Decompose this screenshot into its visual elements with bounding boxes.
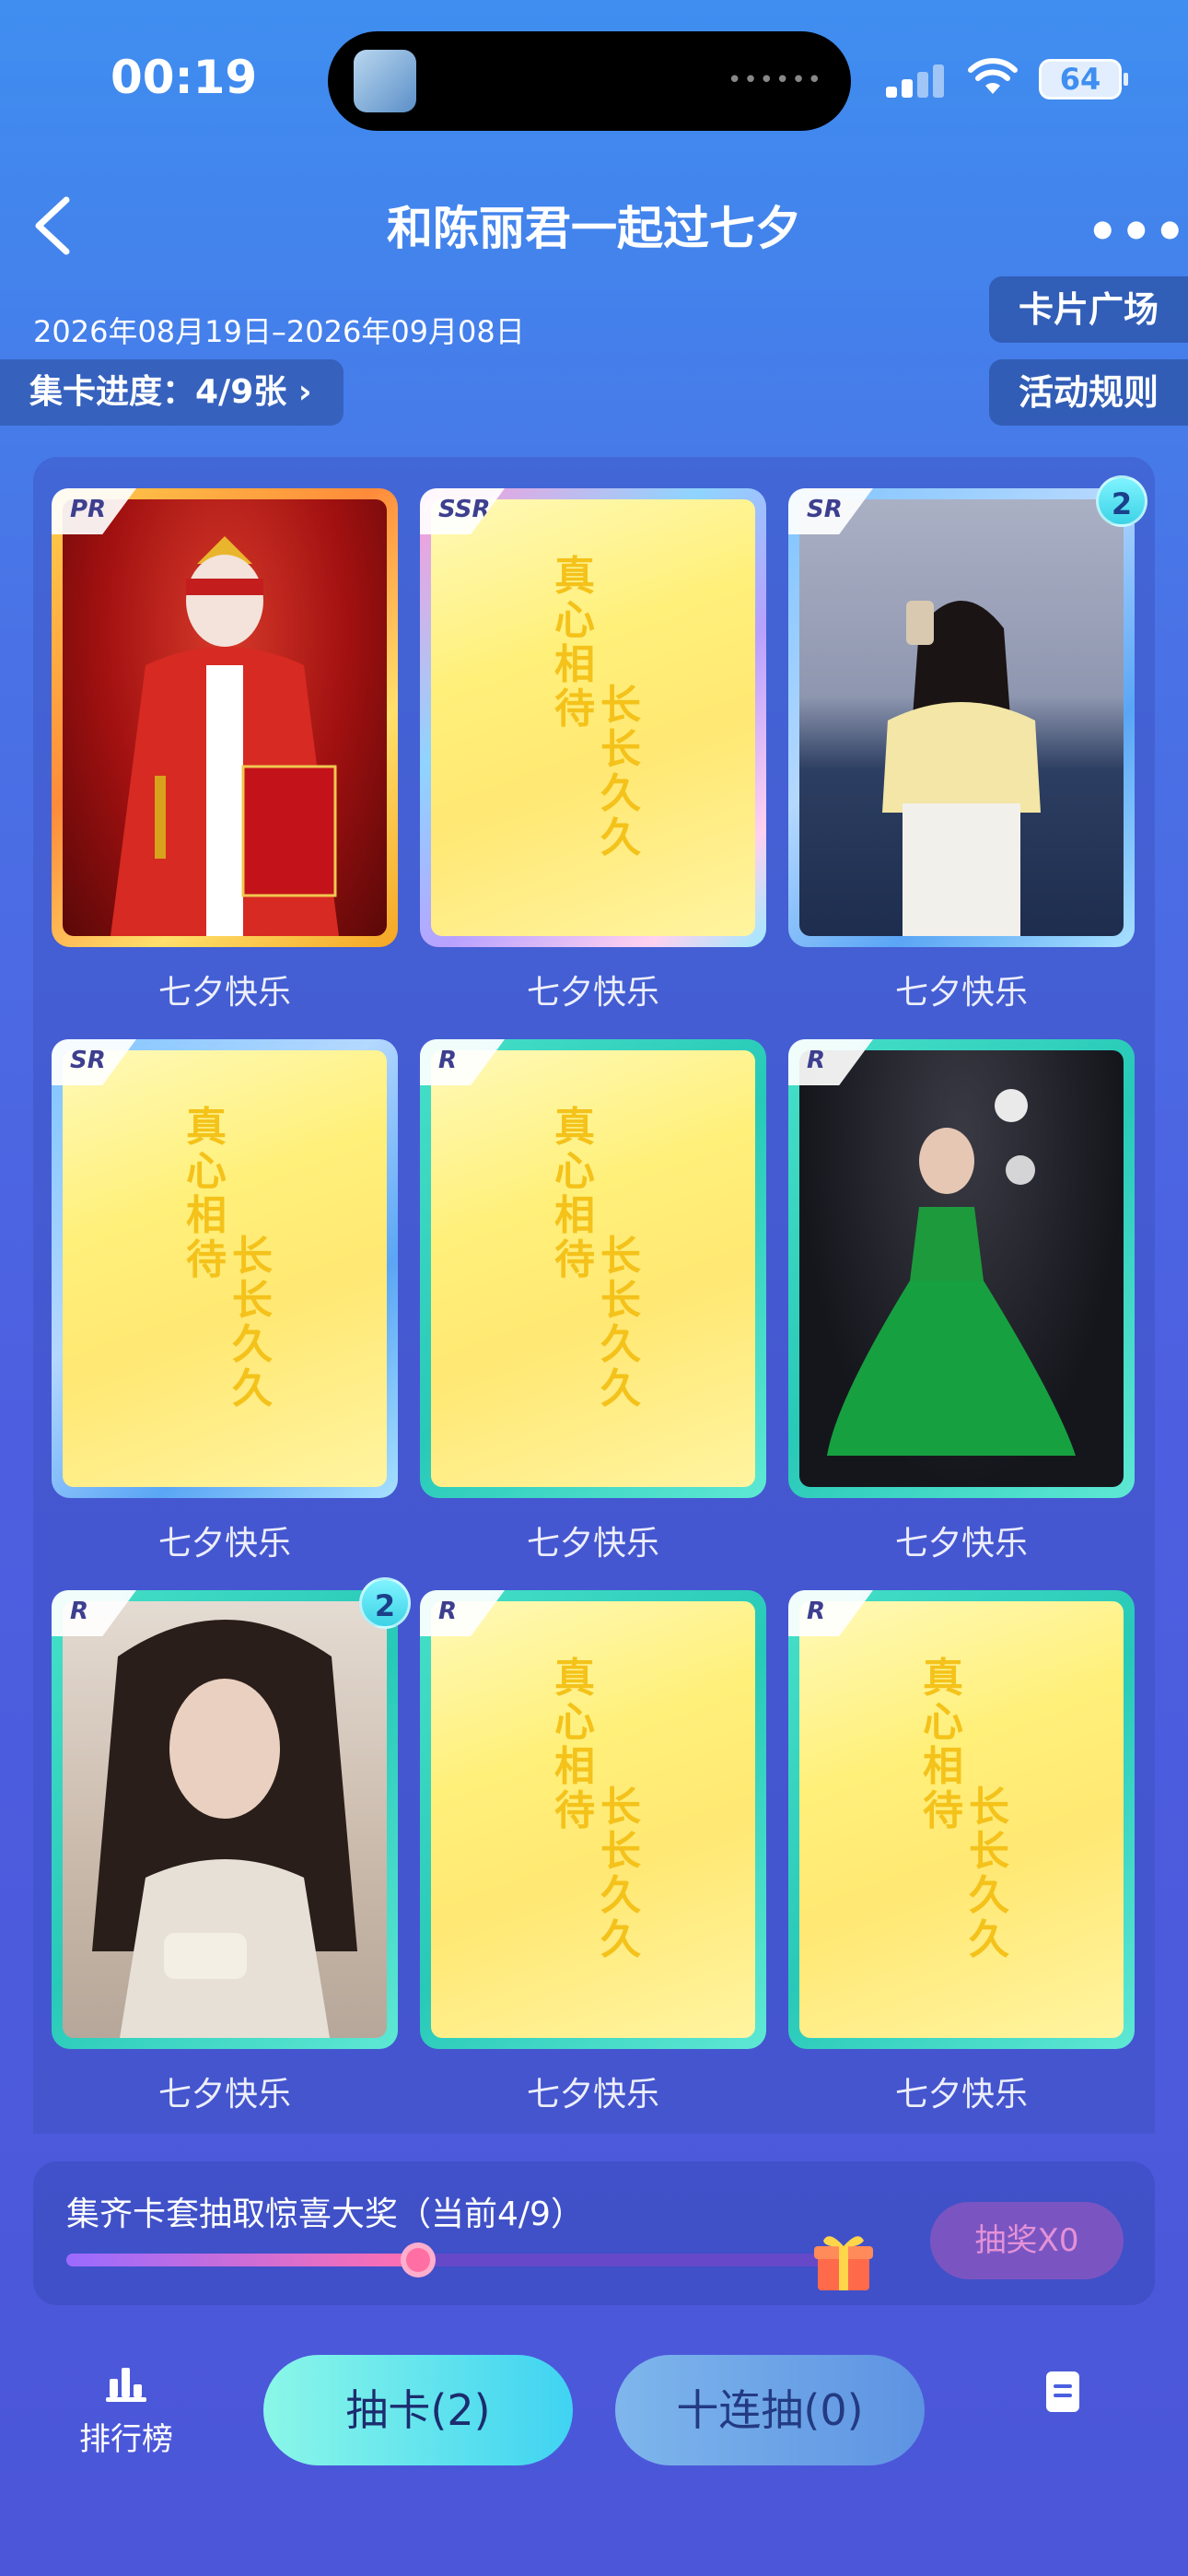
card-back-text: 真心相待 (186, 1104, 227, 1283)
activity-rules-button[interactable]: 活动规则 (989, 359, 1188, 426)
cellular-signal-icon (886, 64, 945, 98)
card-back-text: 真心相待 (554, 1104, 595, 1283)
card-item[interactable]: R 2 七夕快乐 (52, 1577, 411, 2115)
ten-draw-button[interactable]: 十连抽(0) (615, 2355, 925, 2465)
wifi-icon (968, 58, 1018, 94)
card-label: 七夕快乐 (894, 974, 1028, 1012)
card-grid: PR 七夕快乐 真心相待 长长久久 SSR 七夕快乐 SR 2 七夕快乐 真 心… (33, 457, 1155, 2134)
card-item[interactable]: 真心相待 长长久久 R 七夕快乐 (420, 1590, 766, 2115)
card-item[interactable]: 真心相待 长长久久 R 七夕快乐 (788, 1590, 1135, 2115)
card-label: 七夕快乐 (526, 974, 659, 1012)
card-back-placeholder: 真心相待 长长久久 (431, 499, 755, 936)
card-back-text: 长长久久 (969, 1784, 1009, 1963)
card-label: 七夕快乐 (894, 2076, 1028, 2113)
card-item[interactable]: 真心相待 长长久久 SR 七夕快乐 (52, 1039, 398, 1564)
chevron-right-icon: › (297, 373, 312, 411)
card-item[interactable]: PR 七夕快乐 (52, 488, 398, 1013)
card-item[interactable]: R 七夕快乐 (788, 1039, 1135, 1564)
leaderboard-button[interactable]: 排行榜 (76, 2366, 177, 2459)
leaderboard-icon (106, 2368, 146, 2402)
card-count-badge: 2 (1096, 475, 1147, 527)
reward-progress-fill (66, 2254, 418, 2266)
card-label: 七夕快乐 (157, 974, 291, 1012)
prize-draw-button[interactable]: 抽奖X0 (930, 2202, 1124, 2279)
reward-progress-thumb (400, 2242, 436, 2277)
record-list-icon[interactable] (1046, 2371, 1079, 2412)
more-options-icon[interactable]: ••• (1087, 203, 1188, 261)
seaside-selfie-photo (799, 499, 1124, 936)
card-item[interactable]: SR 2 七夕快乐 (788, 475, 1147, 1013)
card-label: 七夕快乐 (157, 1525, 291, 1563)
card-label: 七夕快乐 (526, 2076, 659, 2113)
card-back-text: 长长久久 (600, 1233, 641, 1412)
leaderboard-label: 排行榜 (79, 2421, 173, 2458)
card-label: 七夕快乐 (157, 2076, 291, 2113)
card-back-text: 真心相待 (554, 553, 595, 732)
card-back-placeholder: 真心相待 长长久久 (799, 1601, 1124, 2038)
reward-progress-panel: 集齐卡套抽取惊喜大奖（当前4/9） 抽奖X0 (33, 2161, 1155, 2305)
collection-progress-button[interactable]: 集卡进度：4/9张 › (0, 359, 344, 426)
card-back-text: 真心相待 (923, 1655, 963, 1834)
card-plaza-button[interactable]: 卡片广场 (989, 276, 1188, 343)
card-back-text: 长长久久 (232, 1233, 273, 1412)
card-back-placeholder: 真心相待 长长久久 (431, 1601, 755, 2038)
event-date-range: 2026年08月19日–2026年09月08日 (33, 314, 525, 349)
page-title: 和陈丽君一起过七夕 (387, 202, 801, 255)
card-count-badge: 2 (359, 1577, 411, 1629)
gift-box-icon[interactable] (810, 2228, 877, 2294)
card-label: 七夕快乐 (894, 1525, 1028, 1563)
card-back-text: 真心相待 (554, 1655, 595, 1834)
green-gown-photo (799, 1050, 1124, 1487)
card-item[interactable]: 真心相待 长长久久 SSR 七夕快乐 (420, 488, 766, 1013)
portrait-photo (63, 1601, 387, 2038)
dynamic-island[interactable]: •••••• (328, 31, 851, 131)
battery-icon: 64 (1039, 59, 1128, 100)
collection-progress-label: 集卡进度：4/9张 (29, 373, 287, 411)
card-item[interactable]: 真心相待 长长久久 R 七夕快乐 (420, 1039, 766, 1564)
card-back-text: 长长久久 (600, 1784, 641, 1963)
card-back-placeholder: 真心相待 长长久久 (431, 1050, 755, 1487)
island-dots-icon: •••••• (727, 66, 823, 94)
card-back-text: 长长久久 (600, 682, 641, 861)
live-activity-app-icon (354, 50, 416, 112)
reward-progress-text: 集齐卡套抽取惊喜大奖（当前4/9） (66, 2195, 584, 2233)
card-label: 七夕快乐 (526, 1525, 659, 1563)
status-time: 00:19 (111, 51, 258, 104)
reward-progress-track (66, 2242, 858, 2277)
status-bar: 00:19 •••••• 64 (0, 0, 1188, 147)
draw-card-button[interactable]: 抽卡(2) (263, 2355, 573, 2465)
opera-costume-photo (63, 499, 387, 936)
card-back-placeholder: 真心相待 长长久久 (63, 1050, 387, 1487)
